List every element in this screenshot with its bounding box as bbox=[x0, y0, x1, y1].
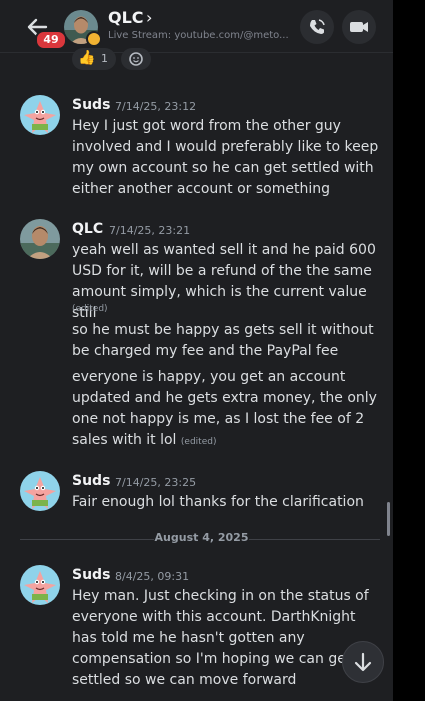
avatar-suds[interactable] bbox=[20, 471, 60, 511]
unread-badge: 49 bbox=[35, 30, 67, 50]
patrick-star-avatar bbox=[20, 95, 60, 135]
date-divider: August 4, 2025 bbox=[154, 531, 249, 544]
user-photo-avatar bbox=[20, 219, 60, 259]
idle-status-icon bbox=[86, 31, 102, 47]
phone-icon bbox=[310, 19, 325, 34]
message-author[interactable]: Suds bbox=[72, 97, 110, 113]
channel-header: 49 QLC › Live Stream: youtube.com/@meto.… bbox=[0, 0, 393, 53]
patrick-star-avatar bbox=[20, 471, 60, 511]
message-text: Hey man. Just checking in on the status … bbox=[72, 588, 369, 688]
patrick-star-avatar bbox=[20, 565, 60, 605]
message-text: so he must be happy as gets sell it with… bbox=[72, 322, 374, 359]
add-reaction-icon bbox=[129, 52, 143, 66]
message-text: yeah well as wanted sell it and he paid … bbox=[72, 242, 376, 321]
scrollbar-thumb[interactable] bbox=[387, 502, 390, 536]
chevron-right-icon[interactable]: › bbox=[146, 8, 152, 27]
message-text-body: everyone is happy, you get an account up… bbox=[72, 369, 377, 448]
avatar-qlc[interactable] bbox=[20, 219, 60, 259]
arrow-down-icon bbox=[354, 652, 372, 672]
message-author[interactable]: Suds bbox=[72, 473, 110, 489]
message-text: everyone is happy, you get an account up… bbox=[72, 367, 382, 453]
avatar-suds[interactable] bbox=[20, 95, 60, 135]
thumbs-up-icon: 👍 bbox=[78, 50, 96, 66]
message-timestamp: 8/4/25, 09:31 bbox=[115, 570, 190, 583]
message-timestamp: 7/14/25, 23:21 bbox=[109, 224, 191, 237]
message-author[interactable]: QLC bbox=[72, 221, 103, 237]
jump-to-present-button[interactable] bbox=[342, 641, 384, 683]
add-reaction-button[interactable] bbox=[121, 48, 151, 70]
screen-edge bbox=[393, 0, 425, 701]
message-timestamp: 7/14/25, 23:12 bbox=[115, 100, 197, 113]
message-timestamp: 7/14/25, 23:25 bbox=[115, 476, 197, 489]
channel-subtitle: Live Stream: youtube.com/@meto... bbox=[108, 30, 289, 41]
chat-screen: 49 QLC › Live Stream: youtube.com/@meto.… bbox=[0, 0, 393, 701]
edited-label: (edited) bbox=[72, 304, 108, 314]
video-camera-icon bbox=[350, 22, 368, 32]
channel-title[interactable]: QLC bbox=[108, 8, 144, 27]
message-text: Fair enough lol thanks for the clarifica… bbox=[72, 494, 364, 510]
message-text: Hey I just got word from the other guy i… bbox=[72, 118, 379, 197]
voice-call-button[interactable] bbox=[300, 10, 334, 44]
message-author[interactable]: Suds bbox=[72, 567, 110, 583]
video-call-button[interactable] bbox=[342, 10, 376, 44]
reaction-thumbs-up[interactable]: 👍 1 bbox=[72, 48, 116, 70]
reaction-count: 1 bbox=[101, 52, 108, 65]
avatar-suds[interactable] bbox=[20, 565, 60, 605]
edited-label: (edited) bbox=[180, 437, 217, 447]
